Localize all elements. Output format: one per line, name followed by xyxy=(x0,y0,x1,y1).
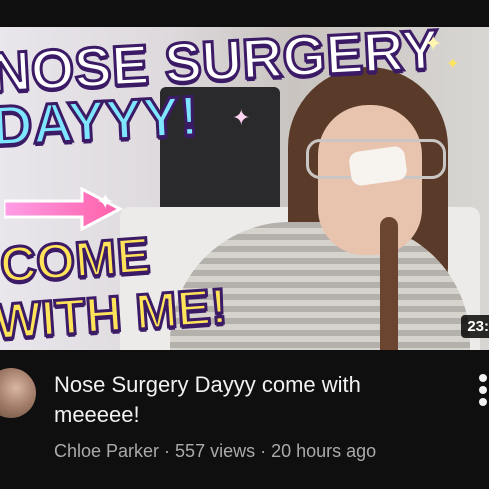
video-thumbnail[interactable]: NOSE SURGERY DAYYY! COME WITH ME! ✦ ✦ ✦ … xyxy=(0,27,489,350)
thumbnail-text-line3: COME xyxy=(0,225,153,294)
menu-dot xyxy=(479,386,487,394)
meta-separator: · xyxy=(159,441,176,461)
view-count: 557 views xyxy=(175,441,256,461)
sparkle-icon: ✦ xyxy=(232,105,251,130)
person-braid xyxy=(380,217,398,350)
channel-name[interactable]: Chloe Parker xyxy=(54,441,159,461)
video-title[interactable]: Nose Surgery Dayyy come with meeeee! xyxy=(54,370,444,430)
menu-dot xyxy=(479,398,487,406)
sparkle-icon: ✦ xyxy=(424,31,443,56)
duration-badge: 23: xyxy=(461,315,489,338)
upload-age: 20 hours ago xyxy=(271,441,377,461)
thumbnail-text-line2: DAYYY! xyxy=(0,82,201,159)
meta-separator: · xyxy=(255,441,272,461)
menu-dot xyxy=(479,374,487,382)
sparkle-icon: ✦ xyxy=(96,189,115,214)
video-info: Nose Surgery Dayyy come with meeeee! Chl… xyxy=(0,350,489,489)
more-vert-icon[interactable] xyxy=(479,374,489,410)
sparkle-icon: ✦ xyxy=(446,56,460,73)
channel-avatar[interactable] xyxy=(0,368,36,418)
top-bar xyxy=(0,0,489,27)
video-metadata: Chloe Parker · 557 views · 20 hours ago xyxy=(54,441,376,462)
